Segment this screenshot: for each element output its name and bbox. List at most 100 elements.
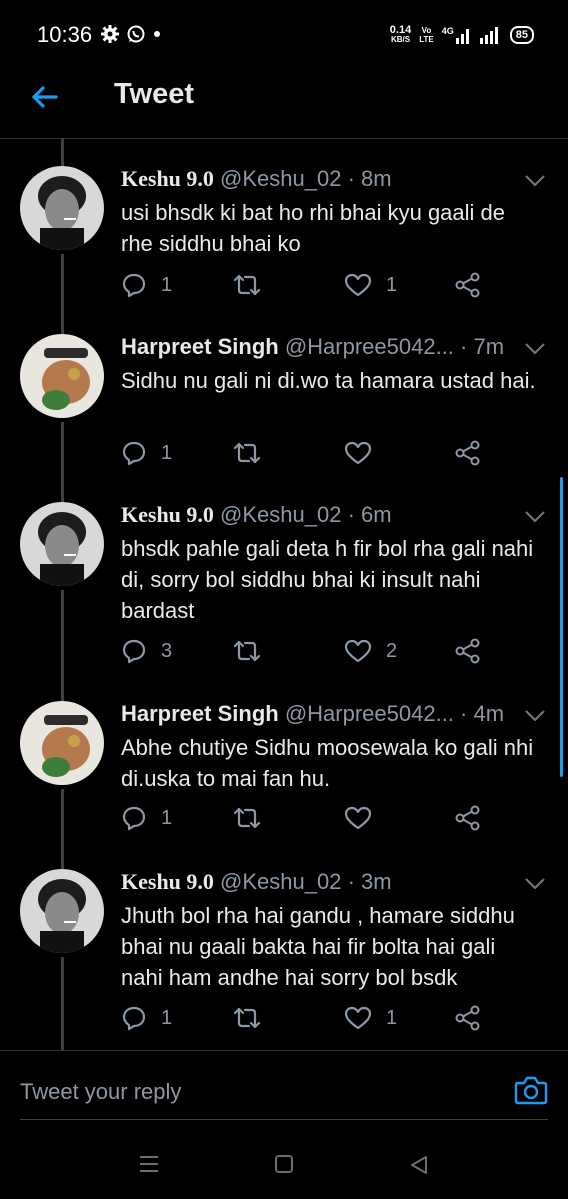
author-name[interactable]: Harpreet Singh [121, 701, 279, 726]
tweet-item[interactable]: Keshu 9.0 @Keshu_02 · 3m Jhuth bol rha h… [0, 869, 568, 1039]
page-title: Tweet [114, 78, 195, 110]
status-bar: 10:36 0.14 KB/S Vo LTE 4G 85 [0, 0, 568, 66]
heart-icon [344, 639, 372, 663]
author-handle[interactable]: @Harpree5042... [285, 701, 454, 726]
share-button[interactable] [455, 1005, 481, 1031]
arrow-left-icon[interactable] [28, 80, 62, 114]
retweet-button[interactable] [232, 272, 276, 298]
author-handle[interactable]: @Keshu_02 [220, 502, 341, 527]
heart-icon [344, 441, 372, 465]
tweet-text: Jhuth bol rha hai gandu , hamare siddhu … [121, 903, 515, 990]
tweet-text: Abhe chutiye Sidhu moosewala ko gali nhi… [121, 735, 534, 791]
tweet-actions: 1 1 [121, 1005, 541, 1035]
tweet-time: · 7m [460, 334, 505, 359]
like-button[interactable]: 1 [344, 1005, 397, 1031]
tweet-time: · 8m [347, 166, 392, 191]
tweet-text: usi bhsdk ki bat ho rhi bhai kyu gaali d… [121, 200, 506, 256]
avatar[interactable] [20, 701, 104, 785]
tweet-item[interactable]: Keshu 9.0 @Keshu_02 · 6m bhsdk pahle gal… [0, 502, 568, 672]
like-button[interactable]: 1 [344, 272, 397, 298]
author-name[interactable]: Harpreet Singh [121, 334, 279, 359]
reply-input[interactable]: Tweet your reply [20, 1079, 181, 1105]
like-count: 2 [386, 639, 398, 662]
scrollbar[interactable] [560, 477, 563, 777]
tweet-header: Harpreet Singh @Harpree5042... · 7m [121, 334, 504, 360]
tweet-actions: 1 [121, 440, 541, 470]
retweet-icon [233, 640, 261, 662]
author-handle[interactable]: @Keshu_02 [220, 166, 341, 191]
like-count: 1 [386, 273, 398, 296]
retweet-icon [233, 442, 261, 464]
tweet-text: Sidhu nu gali ni di.wo ta hamara ustad h… [121, 368, 536, 393]
tweet-header: Keshu 9.0 @Keshu_02 · 8m [121, 166, 392, 192]
like-button[interactable]: 2 [344, 638, 397, 664]
reply-count: 1 [161, 441, 173, 464]
author-name[interactable]: Keshu 9.0 [121, 502, 214, 527]
share-button[interactable] [455, 638, 481, 664]
author-name[interactable]: Keshu 9.0 [121, 166, 214, 191]
camera-icon[interactable] [514, 1075, 548, 1105]
retweet-icon [233, 274, 261, 296]
reply-button[interactable]: 1 [121, 440, 172, 466]
chevron-down-icon[interactable] [524, 174, 546, 188]
retweet-icon [233, 1007, 261, 1029]
reply-count: 1 [161, 1006, 173, 1029]
tweet-item[interactable]: Keshu 9.0 @Keshu_02 · 8m usi bhsdk ki ba… [0, 166, 568, 306]
settings-gear-icon [101, 25, 119, 43]
network-speed: 0.14 KB/S [389, 24, 412, 45]
recent-apps-icon[interactable] [138, 1154, 160, 1174]
heart-icon [344, 273, 372, 297]
chevron-down-icon[interactable] [524, 877, 546, 891]
author-handle[interactable]: @Harpree5042... [285, 334, 454, 359]
retweet-button[interactable] [232, 440, 276, 466]
heart-icon [344, 806, 372, 830]
whatsapp-icon [127, 25, 145, 43]
reply-button[interactable]: 1 [121, 805, 172, 831]
avatar[interactable] [20, 166, 104, 250]
share-button[interactable] [455, 272, 481, 298]
like-button[interactable] [344, 440, 386, 466]
volte-indicator: Vo LTE [419, 26, 434, 44]
reply-button[interactable]: 3 [121, 638, 172, 664]
share-icon [455, 1005, 480, 1031]
header: Tweet [0, 66, 568, 139]
author-handle[interactable]: @Keshu_02 [220, 869, 341, 894]
avatar[interactable] [20, 502, 104, 586]
tweet-actions: 1 [121, 805, 541, 835]
share-button[interactable] [455, 440, 481, 466]
thread-line [61, 138, 64, 166]
retweet-button[interactable] [232, 638, 276, 664]
back-icon[interactable] [408, 1154, 430, 1176]
tweet-header: Keshu 9.0 @Keshu_02 · 3m [121, 869, 392, 895]
signal-icon: 4G [442, 26, 472, 44]
like-button[interactable] [344, 805, 386, 831]
share-icon [455, 638, 480, 664]
chevron-down-icon[interactable] [524, 709, 546, 723]
share-button[interactable] [455, 805, 481, 831]
tweet-time: · 4m [460, 701, 505, 726]
tweet-item[interactable]: Harpreet Singh @Harpree5042... · 4m Abhe… [0, 701, 568, 841]
tweet-header: Keshu 9.0 @Keshu_02 · 6m [121, 502, 392, 528]
reply-icon [122, 806, 146, 831]
status-time: 10:36 [37, 22, 93, 47]
reply-button[interactable]: 1 [121, 272, 172, 298]
tweet-item[interactable]: Harpreet Singh @Harpree5042... · 7m Sidh… [0, 334, 568, 474]
retweet-icon [233, 807, 261, 829]
author-name[interactable]: Keshu 9.0 [121, 869, 214, 894]
tweet-actions: 1 1 [121, 272, 541, 302]
avatar[interactable] [20, 869, 104, 953]
home-icon[interactable] [274, 1154, 294, 1174]
reply-icon [122, 639, 146, 664]
chevron-down-icon[interactable] [524, 510, 546, 524]
reply-input-underline [20, 1119, 548, 1120]
avatar[interactable] [20, 334, 104, 418]
tweet-header: Harpreet Singh @Harpree5042... · 4m [121, 701, 504, 727]
share-icon [455, 440, 480, 466]
retweet-button[interactable] [232, 805, 276, 831]
reply-count: 1 [161, 273, 173, 296]
reply-button[interactable]: 1 [121, 1005, 172, 1031]
reply-icon [122, 441, 146, 466]
tweet-text: bhsdk pahle gali deta h fir bol rha gali… [121, 536, 534, 623]
chevron-down-icon[interactable] [524, 342, 546, 356]
retweet-button[interactable] [232, 1005, 276, 1031]
